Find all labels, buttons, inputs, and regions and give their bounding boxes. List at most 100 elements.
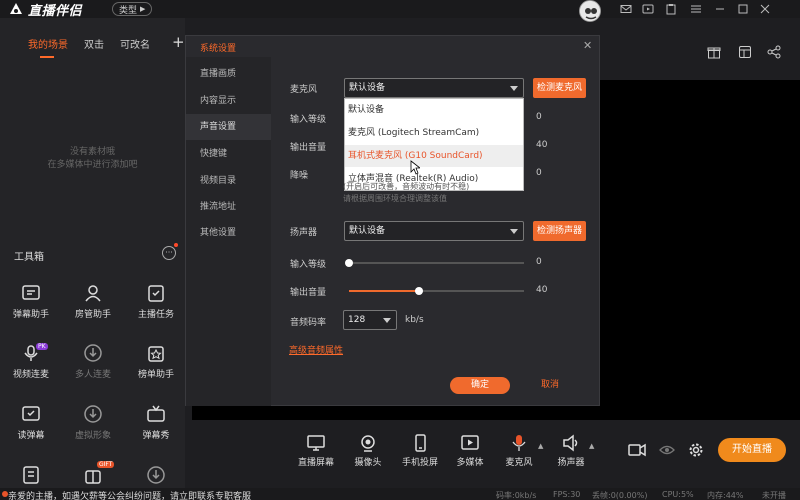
toolbox-more-button[interactable]: ··· (162, 246, 176, 260)
tool-ranking[interactable]: 榜单助手 (125, 343, 187, 380)
slider-fill (349, 290, 419, 292)
tool-read-danmaku[interactable]: 读弹幕 (0, 404, 62, 441)
detect-speaker-button[interactable]: 检测扬声器 (533, 221, 586, 241)
tool-room-admin[interactable]: 房管助手 (62, 283, 124, 320)
detect-mic-button[interactable]: 检测麦克风 (533, 78, 586, 98)
active-tab-indicator (40, 56, 54, 58)
tool-label: 弹幕秀 (142, 431, 170, 441)
mic-select[interactable]: 默认设备 (344, 78, 524, 98)
add-scene-icon[interactable]: + (172, 33, 185, 51)
tab-my-scenes[interactable]: 我的场景 (28, 36, 68, 51)
mail-icon[interactable] (620, 3, 632, 15)
speaker-input-level-label: 输入等级 (290, 260, 327, 270)
speaker-output-volume-value: 40 (536, 285, 548, 295)
tool-label: 主播任务 (137, 310, 174, 320)
noise-hint-line-2: 请根据周围环境合理调整该值 (343, 194, 447, 203)
speaker-output-volume-label: 输出音量 (290, 288, 327, 298)
logo-mark-icon (10, 3, 22, 14)
notification-dot (174, 243, 178, 247)
nav-other-settings[interactable]: 其他设置 (186, 220, 271, 246)
nav-content-display[interactable]: 内容显示 (186, 88, 271, 114)
eye-icon[interactable] (659, 443, 675, 457)
camera-button[interactable]: 摄像头 (342, 434, 394, 468)
tab-rename[interactable]: 可改名 (120, 36, 150, 51)
tab-double-click[interactable]: 双击 (84, 36, 104, 51)
speaker-button[interactable]: 扬声器 (545, 434, 597, 468)
mic-option-default[interactable]: 默认设备 (345, 99, 523, 121)
gear-icon[interactable] (688, 442, 704, 458)
clipboard-icon[interactable] (665, 3, 677, 15)
mic-input-level-value: 0 (536, 112, 542, 122)
noise-reduction-label: 降噪 (290, 171, 309, 181)
type-badge[interactable]: 类型 ▶ (112, 2, 153, 16)
speaker-expand-icon[interactable]: ▲ (589, 442, 594, 450)
nav-stream-quality[interactable]: 直播画质 (186, 61, 271, 87)
nav-sound-settings[interactable]: 声音设置 (186, 114, 271, 140)
mic-expand-icon[interactable]: ▲ (538, 442, 543, 450)
nav-push-url[interactable]: 推流地址 (186, 194, 271, 220)
slider-knob[interactable] (415, 287, 423, 295)
tool-danmaku-helper[interactable]: 弹幕助手 (0, 283, 62, 320)
cancel-button[interactable]: 取消 (520, 377, 580, 394)
gift-badge: GIFT (97, 461, 115, 468)
close-icon[interactable] (759, 3, 771, 15)
slider-knob[interactable] (345, 259, 353, 267)
mic-button[interactable]: 麦克风 (493, 434, 545, 468)
bottom-label: 手机投屏 (401, 458, 438, 468)
download-icon (84, 344, 102, 362)
mouse-cursor-icon (410, 160, 420, 175)
mic-select-value: 默认设备 (349, 83, 386, 93)
avatar[interactable] (579, 0, 601, 22)
menu-icon[interactable] (690, 3, 702, 15)
empty-line-1: 没有素材哦 (69, 147, 115, 157)
tool-label: 读弹幕 (17, 431, 45, 441)
room-admin-icon (85, 285, 101, 302)
minimize-icon[interactable] (714, 3, 726, 15)
speaker-select-value: 默认设备 (349, 226, 386, 236)
speaker-output-slider[interactable] (349, 287, 524, 295)
layout-icon[interactable] (738, 45, 752, 59)
tool-streamer-task[interactable]: 主播任务 (125, 283, 187, 320)
live-screen-button[interactable]: 直播屏幕 (290, 434, 342, 468)
settings-nav: 直播画质 内容显示 声音设置 快捷键 视频目录 推流地址 其他设置 (186, 57, 271, 406)
noise-reduction-value: 0 (536, 168, 542, 178)
mic-option-g10[interactable]: 耳机式麦克风 (G10 SoundCard) (345, 145, 523, 167)
gift-box-icon[interactable] (707, 45, 721, 59)
chevron-down-icon (510, 229, 518, 234)
bottom-label: 扬声器 (557, 458, 585, 468)
start-live-button[interactable]: 开始直播 (718, 438, 786, 462)
maximize-icon[interactable] (737, 3, 749, 15)
share-icon[interactable] (767, 45, 781, 59)
ok-button[interactable]: 确定 (450, 377, 510, 394)
tool-video-link[interactable]: PK 视频连麦 (0, 343, 62, 380)
advanced-audio-link[interactable]: 高级音频属性 (289, 343, 343, 356)
pk-badge: PK (36, 343, 48, 350)
download-icon[interactable] (146, 465, 166, 485)
bitrate-unit: kb/s (405, 315, 424, 325)
close-icon[interactable]: ✕ (583, 39, 592, 52)
mic-output-volume-value: 40 (536, 140, 548, 150)
speaker-select[interactable]: 默认设备 (344, 221, 524, 241)
tool-avatar[interactable]: 虚拟形象 (62, 404, 124, 441)
video-icon[interactable] (642, 3, 654, 15)
danmaku-helper-icon (22, 285, 40, 300)
nav-shortcuts[interactable]: 快捷键 (186, 141, 271, 167)
app-logo: 直播伴侣 (8, 0, 82, 19)
tool-danmaku-show[interactable]: 弹幕秀 (125, 404, 187, 441)
gift-icon[interactable] (83, 465, 103, 485)
record-icon[interactable] (628, 442, 646, 458)
notice-text[interactable]: 亲爱的主播，如遇欠薪等公会纠纷问题，请立即联系专职客服 (8, 489, 251, 500)
status-memory: 内存:44% (707, 491, 744, 500)
bitrate-select[interactable]: 128 (343, 310, 397, 330)
document-icon[interactable] (21, 465, 41, 485)
speaker-input-slider[interactable] (345, 259, 524, 267)
nav-video-dir[interactable]: 视频目录 (186, 168, 271, 194)
tool-label: 榜单助手 (137, 370, 174, 380)
bitrate-select-value: 128 (348, 315, 366, 325)
tool-multi-link[interactable]: 多人连麦 (62, 343, 124, 380)
phone-cast-button[interactable]: 手机投屏 (394, 434, 446, 468)
scene-tabs: 我的场景 双击 可改名 (28, 36, 150, 51)
camera-icon (361, 435, 375, 452)
mic-option-logitech[interactable]: 麦克风 (Logitech StreamCam) (345, 122, 523, 144)
multimedia-button[interactable]: 多媒体 (444, 434, 496, 468)
